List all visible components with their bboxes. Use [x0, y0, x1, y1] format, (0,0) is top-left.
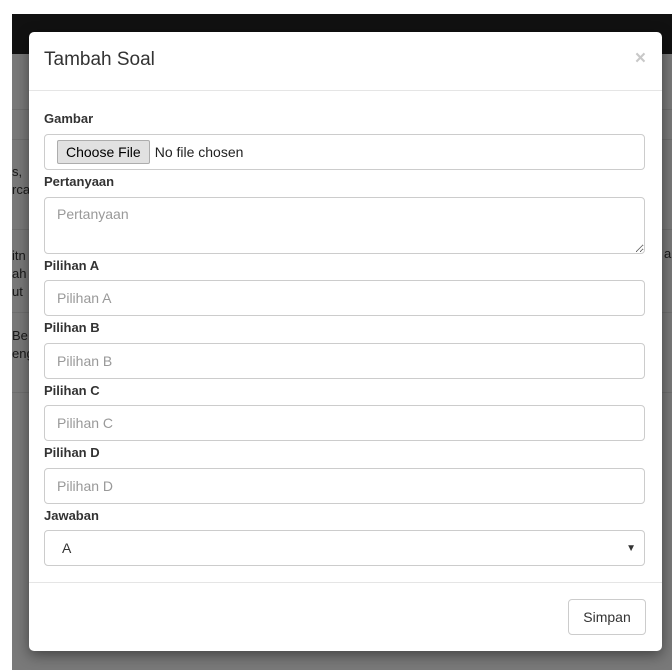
pilihan-c-label: Pilihan C — [44, 383, 100, 398]
jawaban-selected-value: A — [62, 540, 72, 556]
pilihan-c-input[interactable] — [44, 405, 645, 441]
pilihan-b-input[interactable] — [44, 343, 645, 379]
jawaban-label: Jawaban — [44, 508, 99, 523]
choose-file-button[interactable]: Choose File — [57, 140, 150, 164]
gambar-label: Gambar — [44, 111, 94, 126]
pilihan-a-label: Pilihan A — [44, 258, 100, 273]
pertanyaan-label: Pertanyaan — [44, 174, 115, 189]
pilihan-d-input[interactable] — [44, 468, 645, 504]
modal-header: Tambah Soal × — [29, 32, 662, 91]
modal-footer-divider — [29, 582, 662, 583]
pilihan-b-label: Pilihan B — [44, 320, 100, 335]
pilihan-a-input[interactable] — [44, 280, 645, 316]
simpan-button[interactable]: Simpan — [568, 599, 646, 635]
modal-title: Tambah Soal — [44, 49, 155, 70]
close-icon[interactable]: × — [635, 48, 646, 70]
caret-down-icon: ▼ — [626, 542, 636, 554]
file-status-text: No file chosen — [154, 144, 244, 160]
pertanyaan-textarea[interactable] — [44, 197, 645, 254]
gambar-file-input[interactable]: Choose File No file chosen — [44, 134, 645, 170]
tambah-soal-modal: Tambah Soal × Gambar Choose File No file… — [29, 32, 662, 651]
jawaban-select[interactable]: A ▼ — [44, 530, 645, 566]
pilihan-d-label: Pilihan D — [44, 445, 100, 460]
